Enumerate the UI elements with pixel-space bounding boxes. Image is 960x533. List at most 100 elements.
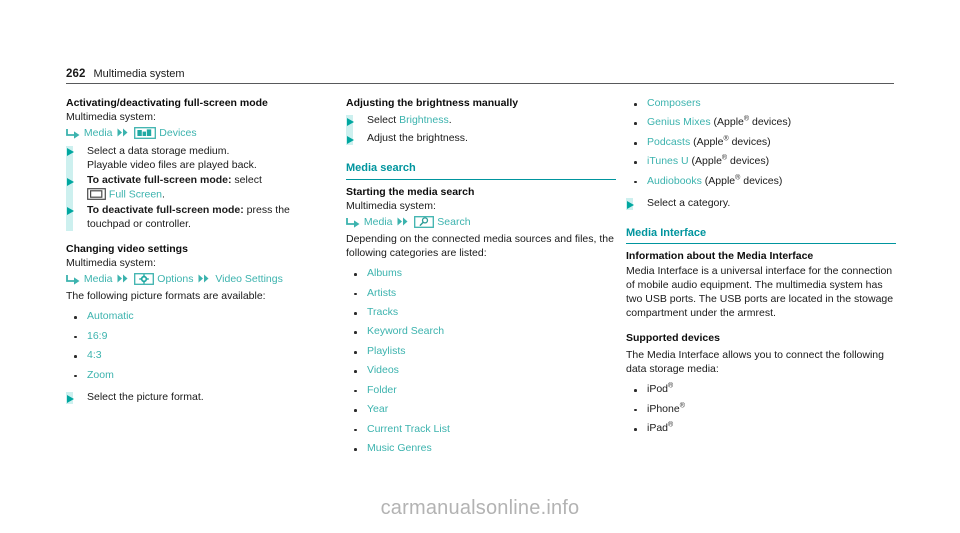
menu-item-search[interactable]: Search: [437, 216, 470, 228]
action-select-brightness: Select Brightness.: [346, 114, 616, 128]
heading-adjusting-brightness: Adjusting the brightness manually: [346, 97, 519, 109]
double-arrow-icon: [397, 216, 409, 231]
heading-activating-fullscreen: Activating/deactivating full-screen mode: [66, 97, 268, 109]
list-item: Automatic: [66, 310, 336, 324]
section-heading-media-search: Media search: [346, 162, 616, 180]
list-item: iTunes U (Apple® devices): [626, 155, 896, 169]
action-list-select-category: Select a category.: [626, 197, 896, 211]
page-number: 262: [66, 68, 86, 80]
format-16-9[interactable]: 16:9: [87, 330, 107, 342]
action-select-storage-medium: Select a data storage medium. Playable v…: [66, 145, 336, 173]
multimedia-system-label-1: Multimedia system:: [66, 111, 156, 124]
list-item: Videos: [346, 364, 616, 378]
watermark: carmanualsonline.info: [380, 497, 580, 519]
section-heading-media-interface: Media Interface: [626, 227, 896, 245]
list-item: Podcasts (Apple® devices): [626, 135, 896, 150]
category-composers[interactable]: Composers: [647, 97, 701, 109]
column-1: Activating/deactivating full-screen mode…: [66, 97, 336, 462]
triangle-marker-icon: [67, 148, 74, 157]
menu-item-brightness[interactable]: Brightness: [399, 114, 449, 126]
chapter-title: Multimedia system: [93, 68, 185, 80]
list-item: Music Genres: [346, 442, 616, 456]
double-arrow-icon: [117, 273, 129, 288]
category-itunes-u[interactable]: iTunes U: [647, 155, 689, 167]
category-folder[interactable]: Folder: [367, 384, 397, 396]
category-genius-mixes[interactable]: Genius Mixes: [647, 116, 711, 128]
format-zoom[interactable]: Zoom: [87, 369, 114, 381]
category-audiobooks[interactable]: Audiobooks: [647, 175, 702, 187]
format-automatic[interactable]: Automatic: [87, 310, 134, 322]
device-iphone: iPhone: [647, 402, 680, 415]
list-item: iPad®: [626, 421, 896, 436]
category-year[interactable]: Year: [367, 403, 388, 415]
menu-item-full-screen[interactable]: Full Screen: [109, 188, 162, 200]
menu-path-video-settings: Media Options Video Settings: [66, 272, 336, 288]
category-artists[interactable]: Artists: [367, 287, 396, 299]
device-ipad: iPad: [647, 421, 669, 434]
category-keyword-search[interactable]: Keyword Search: [367, 325, 444, 337]
heading-supported-devices: Supported devices: [626, 331, 720, 344]
devices-icon: [134, 127, 157, 140]
note-text: (Apple: [701, 174, 736, 187]
category-videos[interactable]: Videos: [367, 364, 399, 376]
list-item: Zoom: [66, 369, 336, 383]
category-podcasts[interactable]: Podcasts: [647, 136, 690, 148]
triangle-marker-icon: [627, 200, 634, 209]
menu-item-options[interactable]: Options: [157, 273, 193, 285]
page-header: 262 Multimedia system: [66, 68, 894, 84]
format-4-3[interactable]: 4:3: [87, 349, 102, 361]
list-item: 16:9: [66, 330, 336, 344]
triangle-marker-icon: [67, 394, 74, 403]
note-text-2: devices): [740, 174, 783, 187]
category-playlists[interactable]: Playlists: [367, 345, 406, 357]
menu-item-video-settings[interactable]: Video: [215, 273, 242, 285]
action-list-brightness: Select Brightness. Adjust the brightness…: [346, 114, 616, 146]
list-item: Year: [346, 403, 616, 417]
action-adjust-brightness: Adjust the brightness.: [346, 132, 616, 146]
action-deactivate-fullscreen: To deactivate full-screen mode: press th…: [66, 204, 336, 232]
action-text: press the: [243, 203, 290, 216]
category-current-track-list[interactable]: Current Track List: [367, 423, 450, 435]
action-text: Select: [367, 114, 400, 127]
action-bold-label: To deactivate full-screen mode:: [87, 203, 244, 216]
note-text: (Apple: [710, 116, 744, 129]
period: .: [448, 114, 452, 127]
triangle-marker-icon: [347, 117, 354, 126]
menu-path-devices: Media Devices: [66, 126, 336, 142]
action-select-category: Select a category.: [626, 197, 896, 211]
list-item: Genius Mixes (Apple® devices): [626, 116, 896, 130]
heading-starting-media-search: Starting the media search: [346, 185, 475, 198]
multimedia-system-label-3: Multimedia system:: [346, 200, 436, 213]
action-list-fullscreen: Select a data storage medium. Playable v…: [66, 145, 336, 232]
search-category-list: Albums Artists Tracks Keyword Search Pla…: [346, 267, 616, 456]
action-text: select: [231, 174, 262, 187]
depending-on-sources-text: Depending on the connected media sources…: [346, 233, 614, 260]
column-3: Composers Genius Mixes (Apple® devices) …: [626, 97, 896, 462]
search-category-list-continued: Composers Genius Mixes (Apple® devices) …: [626, 97, 896, 189]
heading-information-media-interface: Information about the Media Interface: [626, 250, 814, 263]
menu-item-video-settings-cont[interactable]: Settings: [245, 273, 283, 285]
picture-formats-intro: The following picture formats are availa…: [66, 290, 266, 303]
heading-changing-video-settings: Changing video settings: [66, 242, 188, 255]
action-activate-fullscreen: To activate full-screen mode: select Ful…: [66, 174, 336, 202]
action-text: Select the picture format.: [87, 391, 204, 404]
menu-item-devices[interactable]: Devices: [159, 127, 196, 139]
category-music-genres[interactable]: Music Genres: [367, 442, 432, 454]
category-tracks[interactable]: Tracks: [367, 306, 398, 318]
media-interface-info-text: Media Interface is a universal interface…: [626, 264, 894, 319]
note-text-2: devices): [749, 116, 792, 129]
list-item: Keyword Search: [346, 325, 616, 339]
menu-item-media[interactable]: Media: [364, 216, 393, 228]
note-text: (Apple: [688, 155, 722, 168]
category-albums[interactable]: Albums: [367, 267, 402, 279]
registered-mark: ®: [668, 382, 674, 390]
options-gear-icon: [134, 273, 155, 286]
menu-item-media[interactable]: Media: [84, 127, 113, 139]
list-item: Current Track List: [346, 423, 616, 437]
search-magnifier-icon: [414, 216, 435, 228]
note-text-2: devices): [727, 155, 770, 168]
menu-item-media[interactable]: Media: [84, 273, 113, 285]
menu-path-search: Media Search: [346, 215, 616, 231]
triangle-marker-icon: [67, 207, 74, 216]
picture-format-list: Automatic 16:9 4:3 Zoom: [66, 310, 336, 382]
